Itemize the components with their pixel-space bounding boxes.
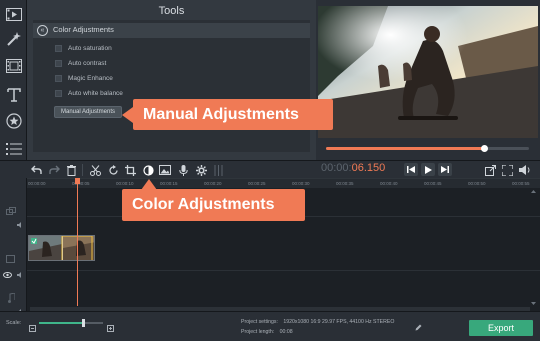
preview-area	[316, 0, 540, 160]
ruler-tick: 00:00:50	[468, 181, 486, 186]
scale-fill	[39, 322, 83, 324]
pencil-icon[interactable]	[415, 318, 422, 336]
project-length-value: 00:08	[279, 329, 293, 335]
manual-adjustments-button[interactable]: Manual Adjustments	[54, 106, 122, 118]
rotate-icon[interactable]	[107, 164, 119, 176]
color-adjustments-icon[interactable]	[142, 164, 154, 176]
callout-arrow	[122, 107, 133, 123]
checkbox[interactable]	[55, 89, 62, 97]
ruler-tick: 00:00:25	[248, 181, 266, 186]
vertical-scrollbar[interactable]	[531, 190, 536, 305]
project-length-label: Project length:	[241, 329, 275, 335]
color-adjustments-panel: « Color Adjustments Auto saturation Auto…	[33, 20, 310, 152]
scissors-icon[interactable]	[89, 164, 101, 176]
filmstrip-icon[interactable]	[3, 56, 24, 76]
section-title: Color Adjustments	[53, 25, 114, 34]
ruler-tick: 00:00:35	[336, 181, 354, 186]
ruler-tick: 00:00:15	[160, 181, 178, 186]
checkbox[interactable]	[55, 59, 62, 67]
project-settings: Project settings: 1920x1080 16:9 29.97 F…	[241, 319, 394, 325]
video-preview	[318, 6, 538, 138]
checkbox-auto-saturation[interactable]: Auto saturation	[55, 43, 112, 53]
volume-icon[interactable]	[519, 164, 531, 176]
list-icon[interactable]	[3, 138, 24, 158]
left-toolbar	[0, 0, 27, 160]
microphone-icon[interactable]	[177, 164, 189, 176]
fullscreen-icon[interactable]	[501, 164, 513, 176]
checkbox[interactable]	[55, 74, 62, 82]
ruler-tick: 00:00:20	[204, 181, 222, 186]
color-adjustments-callout: Color Adjustments	[122, 189, 305, 221]
checkbox-label: Magic Enhance	[68, 74, 113, 82]
checkbox-label: Auto white balance	[68, 89, 123, 97]
checkbox-auto-white-balance[interactable]: Auto white balance	[55, 88, 123, 98]
scale-knob[interactable]	[81, 319, 85, 327]
ruler-tick: 00:00:45	[424, 181, 442, 186]
timeline-ruler[interactable]: 00:00:00 00:00:05 00:00:10 00:00:15 00:00:20…	[27, 178, 540, 188]
text-icon[interactable]	[3, 85, 24, 105]
bottom-bar: Scale: Project settings: 1920x1080 16:9 …	[0, 311, 540, 341]
scale-label: Scale:	[6, 320, 22, 326]
next-frame-button[interactable]	[438, 163, 452, 176]
playhead-line[interactable]	[77, 184, 78, 306]
equalizer-icon[interactable]	[212, 164, 224, 176]
seek-bar[interactable]	[326, 145, 529, 152]
eye-icon[interactable]	[3, 265, 12, 283]
export-frame-icon[interactable]	[484, 164, 496, 176]
edit-toolbar: 00:00:06.150	[0, 160, 540, 178]
crop-icon[interactable]	[124, 164, 136, 176]
image-icon[interactable]	[159, 164, 171, 176]
previous-frame-button[interactable]	[404, 163, 418, 176]
trash-icon[interactable]	[65, 164, 77, 176]
star-icon[interactable]	[3, 111, 24, 131]
checkbox-magic-enhance[interactable]: Magic Enhance	[55, 73, 113, 83]
time-value: 06.150	[351, 162, 386, 174]
play-button[interactable]	[421, 163, 435, 176]
project-settings-value: 1920x1080 16:9 29.97 FPS, 44100 Hz STERE…	[283, 319, 395, 325]
gear-icon[interactable]	[195, 164, 207, 176]
seek-progress	[326, 147, 485, 150]
music-note-icon	[8, 290, 16, 308]
video-clip[interactable]	[28, 235, 95, 261]
undo-icon[interactable]	[30, 164, 42, 176]
project-length: Project length: 00:08	[241, 329, 293, 335]
video-track-mute-icon[interactable]	[17, 265, 24, 283]
seek-knob[interactable]	[481, 145, 489, 152]
ruler-tick: 00:00:40	[380, 181, 398, 186]
film-import-icon[interactable]	[3, 4, 24, 24]
manual-adjustments-callout: Manual Adjustments	[133, 99, 333, 130]
color-adjustments-header: « Color Adjustments	[33, 23, 310, 38]
redo-icon[interactable]	[48, 164, 60, 176]
track-divider	[27, 270, 540, 271]
toolbar-divider	[82, 164, 83, 176]
ruler-tick: 00:00:30	[292, 181, 310, 186]
checkbox-label: Auto saturation	[68, 44, 112, 52]
scale-slider[interactable]	[39, 319, 103, 327]
checkbox-auto-contrast[interactable]: Auto contrast	[55, 58, 106, 68]
ruler-tick: 00:00:10	[116, 181, 134, 186]
magic-wand-icon[interactable]	[3, 29, 24, 49]
export-button[interactable]: Export	[469, 320, 533, 336]
link-tracks-icon[interactable]	[6, 202, 16, 220]
zoom-out-icon[interactable]	[29, 319, 36, 337]
ruler-tick: 00:00:00	[28, 181, 46, 186]
tools-title: Tools	[158, 5, 185, 17]
time-prefix: 00:00:	[321, 162, 352, 174]
checkbox-label: Auto contrast	[68, 59, 107, 67]
track-controls	[0, 178, 27, 315]
checkbox[interactable]	[55, 44, 62, 52]
time-display: 00:00:06.150	[321, 162, 385, 174]
tools-panel: Tools « Color Adjustments Auto saturatio…	[27, 0, 316, 160]
ruler-tick: 00:00:55	[512, 181, 530, 186]
project-settings-label: Project settings:	[241, 319, 278, 325]
back-arrow-icon[interactable]: «	[37, 25, 48, 36]
title-track-mute-icon[interactable]	[17, 215, 24, 233]
zoom-in-icon[interactable]	[107, 319, 114, 337]
